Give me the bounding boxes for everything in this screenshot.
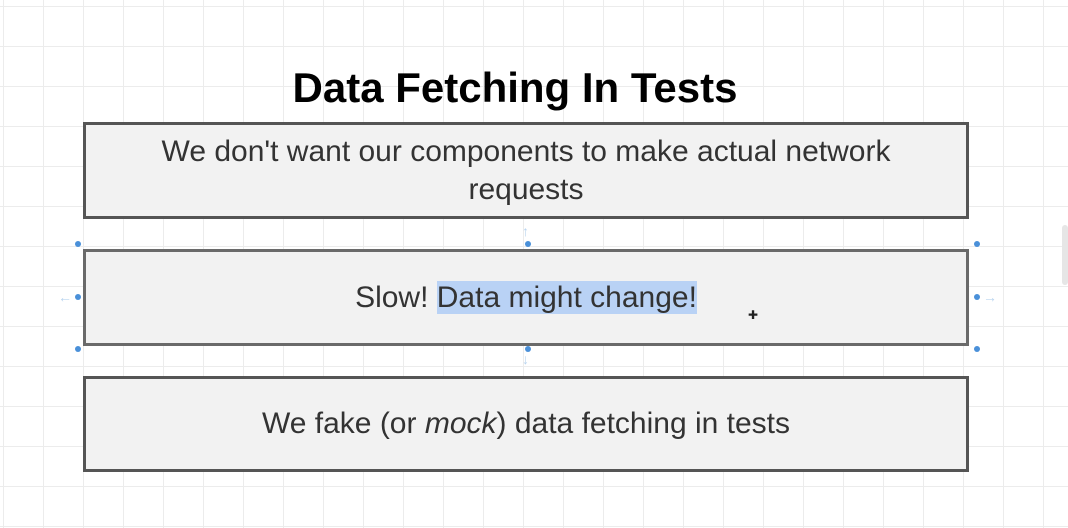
selected-text-highlight[interactable]: Data might change! [436,280,697,314]
box-mock-data-fetching[interactable]: We fake (or mock) data fetching in tests [83,376,969,472]
mock-text-post: ) data fetching in tests [496,407,791,440]
resize-handle-middle-left[interactable] [75,294,81,300]
resize-handle-top-left[interactable] [75,241,81,247]
box-slow-data-change[interactable]: Slow! Data might change! [83,249,969,346]
mock-text-pre: We fake (or [261,407,425,440]
vertical-scrollbar[interactable] [1062,225,1068,285]
slide-title: Data Fetching In Tests [292,64,738,111]
resize-handle-top-right[interactable] [974,241,980,247]
box-slow-data-change-text[interactable]: Slow! Data might change! [355,279,697,317]
connect-arrow-down-icon[interactable]: ↓ [522,352,529,366]
box-network-requests[interactable]: We don't want our components to make act… [83,122,969,219]
box-mock-data-fetching-text: We fake (or mock) data fetching in tests [262,405,790,443]
resize-handle-top-middle[interactable] [525,241,531,247]
connect-arrow-left-icon[interactable]: ← [58,290,72,304]
resize-handle-middle-right[interactable] [974,294,980,300]
slow-text: Slow! [355,280,437,314]
connect-arrow-right-icon[interactable]: → [983,290,997,304]
move-cursor-icon: ✚ [748,308,759,322]
resize-handle-bottom-right[interactable] [974,346,980,352]
mock-text-emphasis: mock [424,407,497,440]
box-network-requests-text: We don't want our components to make act… [161,134,891,206]
resize-handle-bottom-left[interactable] [75,346,81,352]
connect-arrow-up-icon[interactable]: ↑ [522,224,529,238]
